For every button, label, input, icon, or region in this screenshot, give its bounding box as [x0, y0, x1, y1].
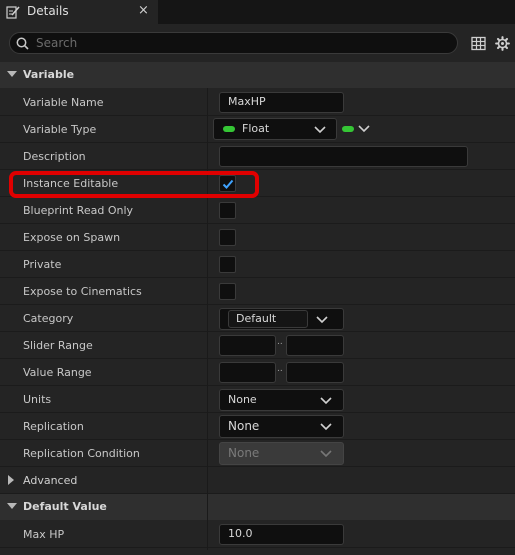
row-variable-type: Variable Type Float — [0, 116, 515, 143]
column-divider[interactable] — [207, 88, 208, 550]
row-description: Description — [0, 143, 515, 170]
expand-arrow-icon — [8, 475, 14, 485]
float-pin-icon — [223, 126, 235, 132]
section-variable[interactable]: Variable — [0, 62, 515, 88]
section-title: Default Value — [23, 500, 107, 513]
range-separator: .. — [277, 364, 283, 374]
variable-type-value: Float — [242, 122, 270, 135]
instance-editable-highlight — [9, 171, 259, 198]
private-checkbox[interactable] — [219, 256, 236, 273]
section-title: Variable — [23, 68, 75, 81]
row-expose-on-spawn: Expose on Spawn — [0, 224, 515, 251]
description-input[interactable] — [219, 146, 468, 167]
chevron-down-icon — [320, 397, 332, 405]
property-label: Blueprint Read Only — [23, 204, 134, 217]
row-category: Category Default — [0, 305, 515, 332]
property-label: Variable Type — [23, 123, 97, 136]
slider-range-max-input[interactable] — [286, 335, 344, 356]
advanced-label: Advanced — [23, 474, 78, 487]
property-label: Description — [23, 150, 86, 163]
tab-title: Details — [27, 4, 69, 18]
property-label: Category — [23, 312, 74, 325]
units-value: None — [228, 393, 257, 406]
replication-dropdown[interactable]: None — [219, 415, 344, 438]
chevron-down-icon — [316, 316, 328, 324]
max-hp-input[interactable]: 10.0 — [219, 524, 344, 545]
chevron-down-icon — [320, 423, 332, 431]
row-replication: Replication None — [0, 413, 515, 440]
slider-range-min-input[interactable] — [219, 335, 276, 356]
value-range-max-input[interactable] — [286, 362, 344, 383]
property-label: Value Range — [23, 366, 92, 379]
category-value: Default — [236, 312, 277, 325]
replication-condition-value: None — [228, 446, 260, 460]
container-type-dropdown[interactable] — [340, 120, 372, 138]
expose-to-cinematics-checkbox[interactable] — [219, 283, 236, 300]
float-pin-icon — [342, 126, 354, 132]
collapse-arrow-icon — [7, 71, 17, 77]
category-combobox[interactable]: Default — [219, 308, 344, 330]
replication-condition-dropdown: None — [219, 442, 344, 465]
property-label: Expose to Cinematics — [23, 285, 142, 298]
chevron-down-icon — [358, 125, 370, 133]
replication-value: None — [228, 419, 260, 433]
row-units: Units None — [0, 386, 515, 413]
search-icon — [16, 37, 29, 50]
property-label: Slider Range — [23, 339, 93, 352]
property-label: Private — [23, 258, 62, 271]
units-dropdown[interactable]: None — [219, 389, 344, 411]
section-default-value[interactable]: Default Value — [0, 494, 515, 520]
category-text-input[interactable]: Default — [228, 310, 308, 328]
gear-icon[interactable] — [495, 36, 510, 51]
value-range-min-input[interactable] — [219, 362, 276, 383]
search-input[interactable] — [36, 34, 446, 52]
tab-details[interactable]: Details × — [0, 0, 158, 24]
row-advanced[interactable]: Advanced — [0, 467, 515, 494]
row-replication-condition: Replication Condition None — [0, 440, 515, 467]
table-view-icon[interactable] — [471, 36, 486, 51]
variable-type-dropdown[interactable]: Float — [213, 118, 337, 140]
close-tab-button[interactable]: × — [138, 3, 149, 18]
property-label: Max HP — [23, 528, 65, 541]
range-separator: .. — [277, 337, 283, 347]
collapse-arrow-icon — [7, 503, 17, 509]
pencil-document-icon — [6, 6, 20, 19]
row-blueprint-read-only: Blueprint Read Only — [0, 197, 515, 224]
chevron-down-icon — [320, 450, 332, 458]
tab-bar: Details × — [0, 0, 515, 24]
search-box[interactable] — [9, 32, 458, 54]
row-private: Private — [0, 251, 515, 278]
property-label: Expose on Spawn — [23, 231, 121, 244]
expose-on-spawn-checkbox[interactable] — [219, 229, 236, 246]
property-label: Units — [23, 393, 52, 406]
variable-name-input[interactable]: MaxHP — [219, 92, 344, 113]
blueprint-read-only-checkbox[interactable] — [219, 202, 236, 219]
row-value-range: Value Range .. — [0, 359, 515, 386]
row-max-hp: Max HP 10.0 — [0, 521, 515, 548]
chevron-down-icon — [314, 126, 326, 134]
property-label: Replication — [23, 420, 84, 433]
row-expose-to-cinematics: Expose to Cinematics — [0, 278, 515, 305]
property-label: Variable Name — [23, 96, 104, 109]
row-variable-name: Variable Name MaxHP — [0, 89, 515, 116]
property-label: Replication Condition — [23, 447, 140, 460]
row-slider-range: Slider Range .. — [0, 332, 515, 359]
